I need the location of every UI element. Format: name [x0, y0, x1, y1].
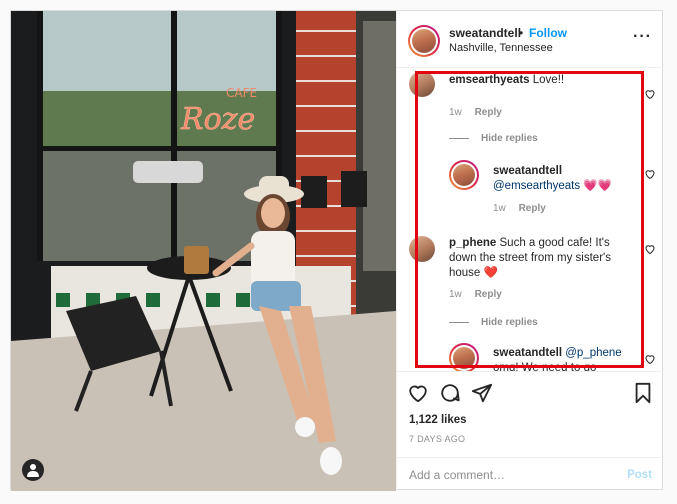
- comment-text: p_phene Such a good cafe! It's down the …: [449, 236, 635, 281]
- comment-text: emsearthyeats Love!!: [449, 73, 629, 88]
- follow-button[interactable]: Follow: [529, 26, 567, 40]
- comment-meta: 1w Reply: [449, 289, 512, 300]
- comment-icon[interactable]: [439, 382, 461, 404]
- comment-text: sweatandtell @emsearthyeats 💗💗: [493, 164, 643, 194]
- comment-username[interactable]: sweatandtell: [493, 347, 562, 359]
- comment-username[interactable]: emsearthyeats: [449, 74, 530, 86]
- comment-avatar[interactable]: [409, 236, 435, 262]
- comment-body: Love!!: [532, 74, 565, 86]
- comment-like-heart-icon[interactable]: [644, 353, 656, 365]
- comments-list[interactable]: emsearthyeats Love!! 1w Reply Hide repli…: [397, 68, 664, 371]
- comment-mention[interactable]: @emsearthyeats: [493, 180, 580, 192]
- hide-replies-button[interactable]: Hide replies: [449, 317, 538, 328]
- like-count[interactable]: 1,122 likes: [409, 414, 467, 426]
- comment-meta: 1w Reply: [449, 107, 512, 118]
- comment-username[interactable]: sweatandtell: [493, 165, 562, 177]
- comment-avatar[interactable]: [449, 160, 479, 190]
- comment-like-heart-icon[interactable]: [644, 243, 656, 255]
- comment-like-heart-icon[interactable]: [644, 88, 656, 100]
- hide-replies-button[interactable]: Hide replies: [449, 133, 538, 144]
- post-comment-button[interactable]: Post: [627, 469, 652, 481]
- post-date: 7 DAYS AGO: [409, 434, 466, 444]
- comment-body: 💗💗: [583, 180, 612, 192]
- comment-meta: 1w Reply: [493, 203, 556, 214]
- add-comment-bar: Post: [397, 457, 664, 491]
- comment-body: down the street from my sister's: [449, 252, 611, 264]
- author-username[interactable]: sweatandtell: [449, 26, 521, 40]
- bookmark-icon[interactable]: [632, 382, 654, 404]
- comment-input[interactable]: [409, 466, 609, 484]
- reply-button[interactable]: Reply: [475, 107, 502, 118]
- comment-body: omg! We need to go: [493, 362, 597, 371]
- comment-age: 1w: [449, 107, 462, 118]
- comment-avatar[interactable]: [449, 343, 479, 371]
- share-icon[interactable]: [471, 382, 493, 404]
- svg-text:CAFE: CAFE: [226, 86, 257, 100]
- instagram-post: Roze CAFE sweatandtell • Follow Nashvill…: [10, 10, 664, 491]
- more-horizontal-icon[interactable]: ···: [633, 29, 652, 45]
- post-sidebar: sweatandtell • Follow Nashville, Tenness…: [396, 11, 664, 491]
- comment-username[interactable]: p_phene: [449, 237, 496, 249]
- comment-text: sweatandtell @p_phene omg! We need to go: [493, 346, 643, 371]
- reply-button[interactable]: Reply: [475, 289, 502, 300]
- svg-text:Roze: Roze: [180, 102, 255, 137]
- comment-body: Such a good cafe! It's: [499, 237, 610, 249]
- comment-body: house ❤️: [449, 267, 498, 279]
- post-actions: 1,122 likes 7 DAYS AGO: [397, 371, 664, 457]
- heart-icon[interactable]: [407, 382, 429, 404]
- comment-mention[interactable]: @p_phene: [565, 347, 621, 359]
- author-avatar[interactable]: [408, 25, 440, 57]
- post-header: sweatandtell • Follow Nashville, Tenness…: [397, 11, 664, 68]
- user-tag-icon[interactable]: [22, 459, 44, 481]
- comment-age: 1w: [493, 203, 506, 214]
- photo-scene: Roze CAFE: [11, 11, 396, 491]
- comment-like-heart-icon[interactable]: [644, 168, 656, 180]
- comment-age: 1w: [449, 289, 462, 300]
- comment-avatar[interactable]: [409, 71, 435, 97]
- header-separator: •: [519, 26, 524, 40]
- reply-button[interactable]: Reply: [519, 203, 546, 214]
- post-photo[interactable]: Roze CAFE: [11, 11, 396, 491]
- post-location[interactable]: Nashville, Tennessee: [449, 42, 553, 54]
